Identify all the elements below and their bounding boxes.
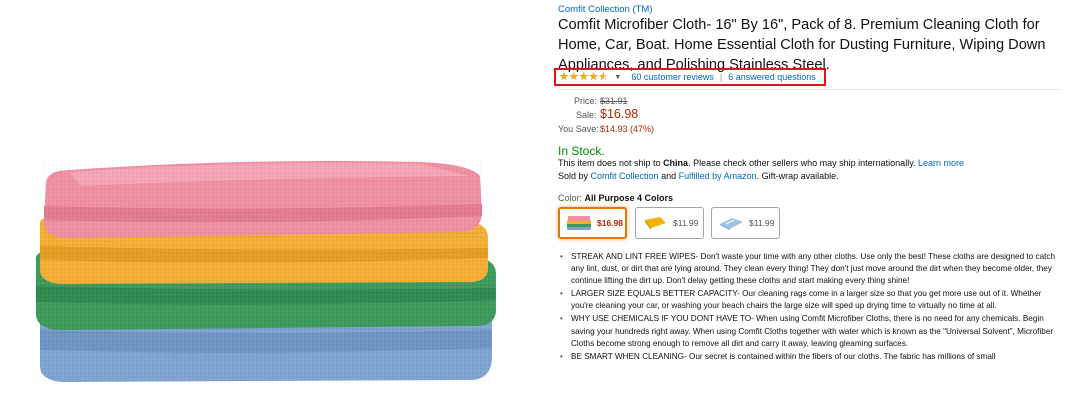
ship-suffix: . Please check other sellers who may shi… xyxy=(688,158,919,168)
questions-link[interactable]: 6 answered questions xyxy=(728,72,816,82)
color-swatch-blue[interactable]: $11.99 xyxy=(711,207,780,239)
color-label: Color: xyxy=(558,193,583,203)
star-full-icon: ★ xyxy=(578,70,589,83)
savings-label: You Save: xyxy=(558,124,599,134)
swatch-price: $11.99 xyxy=(749,218,775,228)
feature-bullet: LARGER SIZE EQUALS BETTER CAPACITY- Our … xyxy=(558,288,1058,312)
rating-summary: ★ ★ ★ ★ ★ ▼ 60 customer reviews | 6 answ… xyxy=(554,68,826,86)
feature-bullets: STREAK AND LINT FREE WIPES- Don't waste … xyxy=(558,251,1058,364)
star-rating[interactable]: ★ ★ ★ ★ ★ xyxy=(559,70,609,83)
separator: | xyxy=(719,72,723,82)
list-price-label: Price: xyxy=(574,96,598,106)
fulfilled-by-amazon-link[interactable]: Fulfilled by Amazon xyxy=(679,171,757,181)
sale-price-value: $16.98 xyxy=(600,107,639,121)
blue-cloth-thumbnail-icon xyxy=(720,218,743,230)
yellow-cloth-thumbnail-icon xyxy=(645,217,666,230)
star-full-icon: ★ xyxy=(568,70,579,83)
feature-bullet: BE SMART WHEN CLEANING- Our secret is co… xyxy=(558,351,1058,363)
divider xyxy=(558,89,1060,90)
feature-bullet: STREAK AND LINT FREE WIPES- Don't waste … xyxy=(558,251,1058,287)
product-title: Comfit Microfiber Cloth- 16" By 16", Pac… xyxy=(558,17,1046,73)
sold-by-line: Sold by Comfit Collection and Fulfilled … xyxy=(558,171,839,181)
savings-value: $14.93 (47%) xyxy=(600,124,655,134)
product-image[interactable] xyxy=(0,0,540,409)
towel-stack-thumbnail-icon xyxy=(567,216,591,230)
list-price-value: $31.91 xyxy=(600,96,628,106)
reviews-link[interactable]: 60 customer reviews xyxy=(631,72,714,82)
sale-price-label: Sale: xyxy=(576,110,597,120)
swatch-price: $11.99 xyxy=(673,218,699,228)
sold-by-and: and xyxy=(658,171,679,181)
color-swatch-all-purpose[interactable]: $16.98 xyxy=(558,207,627,239)
chevron-down-icon[interactable]: ▼ xyxy=(614,74,621,81)
color-selector-label: Color: All Purpose 4 Colors xyxy=(558,193,673,203)
brand-link[interactable]: Comfit Collection (TM) xyxy=(558,4,653,15)
swatch-price: $16.98 xyxy=(597,218,623,228)
color-swatch-yellow[interactable]: $11.99 xyxy=(635,207,704,239)
towel-stack-image xyxy=(35,160,497,382)
star-full-icon: ★ xyxy=(588,70,599,83)
ship-prefix: This item does not ship to xyxy=(558,158,664,168)
ship-country: China xyxy=(663,158,689,168)
stock-status: In Stock. xyxy=(558,144,605,158)
shipping-note: This item does not ship to China. Please… xyxy=(558,158,1063,168)
star-half-icon: ★ xyxy=(599,71,609,83)
selected-color: All Purpose 4 Colors xyxy=(584,193,674,203)
learn-more-link[interactable]: Learn more xyxy=(918,158,964,168)
star-full-icon: ★ xyxy=(559,70,569,83)
sold-by-prefix: Sold by xyxy=(558,171,591,181)
feature-bullet: WHY USE CHEMICALS IF YOU DONT HAVE TO- W… xyxy=(558,313,1058,349)
seller-link[interactable]: Comfit Collection xyxy=(591,171,659,181)
gift-wrap-note: . Gift-wrap available. xyxy=(756,171,839,181)
